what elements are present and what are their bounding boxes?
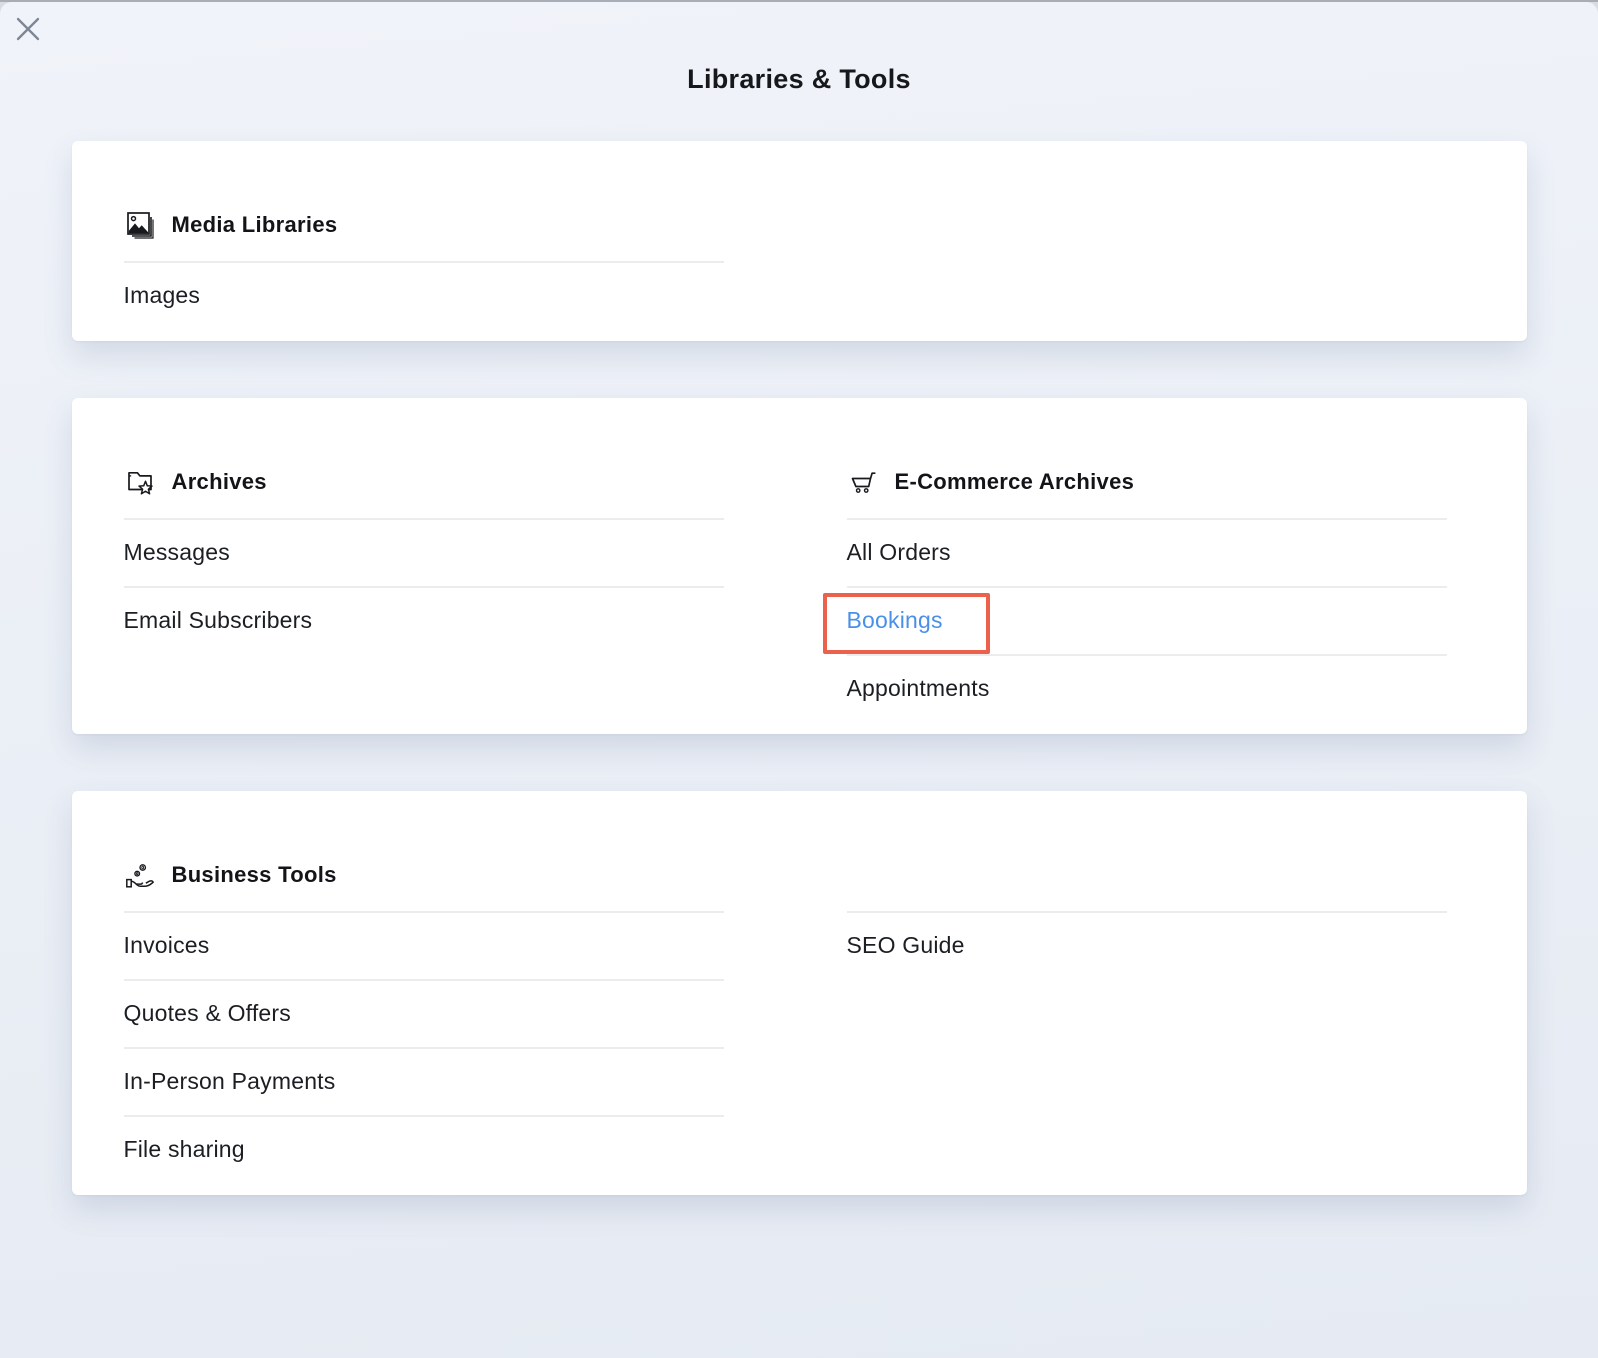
list-item-images[interactable]: Images: [124, 263, 724, 329]
list-item-label: Images: [124, 282, 201, 308]
hand-coins-icon: [124, 858, 156, 892]
list-item-invoices[interactable]: Invoices: [124, 913, 724, 981]
card-media-libraries: Media Libraries Images: [72, 141, 1527, 341]
list-item-quotes-offers[interactable]: Quotes & Offers: [124, 981, 724, 1049]
list-item-file-sharing[interactable]: File sharing: [124, 1117, 724, 1183]
link-list: Invoices Quotes & Offers In-Person Payment…: [124, 913, 724, 1183]
cards-container: Media Libraries Images Archives Messages Em…: [72, 141, 1527, 1195]
section-header-e-commerce-archives: E-Commerce Archives: [847, 464, 1447, 520]
section-title: Media Libraries: [172, 212, 338, 238]
card-grid: Archives Messages Email Subscribers E-Comm…: [124, 464, 1447, 722]
list-item-label: SEO Guide: [847, 932, 965, 958]
page-title: Libraries & Tools: [0, 2, 1598, 98]
list-item-label: In-Person Payments: [124, 1068, 336, 1094]
section-header-media-libraries: Media Libraries: [124, 207, 724, 263]
link-list: Messages Email Subscribers: [124, 520, 724, 654]
list-item-in-person-payments[interactable]: In-Person Payments: [124, 1049, 724, 1117]
card-column: E-Commerce Archives All Orders Bookings App…: [847, 464, 1447, 722]
archives-folder-star-icon: [124, 465, 156, 499]
section-title: E-Commerce Archives: [895, 469, 1135, 495]
close-button[interactable]: [13, 15, 43, 45]
list-item-all-orders[interactable]: All Orders: [847, 520, 1447, 588]
list-item-seo-guide[interactable]: SEO Guide: [847, 913, 1447, 979]
list-item-label: All Orders: [847, 539, 951, 565]
libraries-tools-panel: Libraries & Tools Media Libraries Images …: [0, 2, 1598, 1358]
link-list: All Orders Bookings Appointments: [847, 520, 1447, 722]
column-header-spacer: [847, 857, 1447, 913]
card-grid: Business Tools Invoices Quotes & Offers In-…: [124, 857, 1447, 1183]
close-icon: [14, 15, 42, 43]
list-item-label: File sharing: [124, 1136, 245, 1162]
card-archives: Archives Messages Email Subscribers E-Comm…: [72, 398, 1527, 734]
section-title: Archives: [172, 469, 267, 495]
section-title: Business Tools: [172, 862, 337, 888]
list-item-label: Invoices: [124, 932, 210, 958]
list-item-label: Bookings: [847, 607, 943, 633]
section-header-business-tools: Business Tools: [124, 857, 724, 913]
card-business-tools: Business Tools Invoices Quotes & Offers In-…: [72, 791, 1527, 1195]
list-item-email-subscribers[interactable]: Email Subscribers: [124, 588, 724, 654]
media-libraries-icon: [124, 208, 156, 242]
list-item-label: Quotes & Offers: [124, 1000, 291, 1026]
list-item-label: Messages: [124, 539, 230, 565]
card-column: Media Libraries Images: [124, 207, 724, 329]
card-column: Archives Messages Email Subscribers: [124, 464, 724, 722]
shopping-cart-icon: [847, 465, 879, 499]
link-list: SEO Guide: [847, 913, 1447, 979]
card-column: Business Tools Invoices Quotes & Offers In-…: [124, 857, 724, 1183]
list-item-messages[interactable]: Messages: [124, 520, 724, 588]
list-item-appointments[interactable]: Appointments: [847, 656, 1447, 722]
list-item-label: Appointments: [847, 675, 990, 701]
card-column: SEO Guide: [847, 857, 1447, 1183]
section-header-archives: Archives: [124, 464, 724, 520]
list-item-label: Email Subscribers: [124, 607, 313, 633]
card-grid: Media Libraries Images: [124, 207, 1447, 329]
link-list: Images: [124, 263, 724, 329]
list-item-bookings[interactable]: Bookings: [847, 588, 1447, 656]
